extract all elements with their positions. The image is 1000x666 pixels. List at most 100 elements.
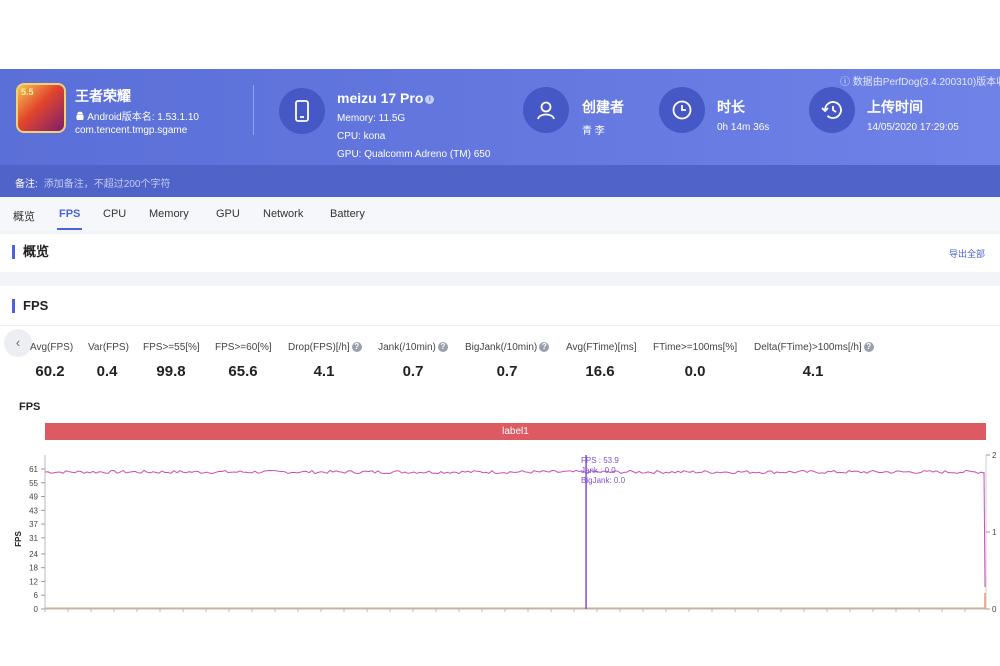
upload-label: 上传时间 (867, 99, 923, 115)
fps-chart[interactable]: 06121824313743495561012FPS (0, 440, 1000, 620)
device-circle (279, 88, 325, 134)
stat-value: 99.8 (156, 363, 186, 380)
scroll-left-button[interactable]: ‹ (4, 329, 32, 357)
tab-battery[interactable]: Battery (330, 208, 365, 220)
stat-var-fps: Var(FPS) 0.4 (88, 342, 129, 380)
y-tick-label: 0 (34, 605, 39, 614)
stat-avg-fps: Avg(FPS) 60.2 (30, 342, 74, 380)
upload-circle (809, 87, 855, 133)
stat-fps-60: FPS>=60[%] 65.6 (215, 342, 272, 380)
overview-panel (0, 234, 1000, 272)
y-tick-label: 49 (29, 493, 38, 502)
device-memory: Memory: 11.5G (337, 113, 406, 124)
note-bar[interactable]: 备注: 添加备注，不超过200个字符 (0, 165, 1000, 197)
stat-label: BigJank(/10min) (465, 342, 538, 353)
stat-value: 0.7 (402, 363, 424, 380)
y-tick-label: 37 (29, 520, 38, 529)
header-divider (253, 85, 254, 135)
game-package: com.tencent.tmgp.sgame (75, 125, 188, 136)
tooltip-bigjank: BigJank: 0.0 (581, 476, 626, 485)
app-root: 5.5 王者荣耀 Android版本名: 1.53.1.10 com.tence… (0, 0, 1000, 666)
y2-tick-label: 0 (992, 605, 997, 614)
game-icon-badge: 5.5 (21, 87, 34, 97)
note-input[interactable]: 添加备注，不超过200个字符 (44, 179, 171, 190)
game-icon: 5.5 (16, 83, 66, 133)
device-gpu: GPU: Qualcomm Adreno (TM) 650 (337, 149, 491, 160)
game-version-text: Android版本名: 1.53.1.10 (87, 112, 199, 123)
stat-value: 0.4 (96, 363, 118, 380)
chart-title: FPS (19, 401, 41, 413)
stat-jank: Jank(/10min)? 0.7 (378, 342, 448, 380)
stat-label: Delta(FTime)>100ms[/h] (754, 342, 862, 353)
stat-label: FTime>=100ms[%] (653, 342, 738, 353)
stat-bigjank: BigJank(/10min)? 0.7 (465, 342, 550, 380)
note-label: 备注: (15, 179, 38, 190)
stat-fps-55: FPS>=55[%] 99.8 (143, 342, 200, 380)
y-axis-label: FPS (14, 531, 23, 547)
duration-label: 时长 (717, 99, 745, 115)
device-name: meizu 17 Pro i (337, 90, 435, 106)
stat-value: 4.1 (313, 363, 335, 380)
stat-label: Jank(/10min) (378, 342, 436, 353)
tab-fps[interactable]: FPS (56, 208, 83, 230)
y-tick-label: 18 (29, 564, 38, 573)
stat-ftime-100: FTime>=100ms[%] 0.0 (653, 342, 737, 380)
creator-value: 青 李 (582, 126, 605, 137)
help-icon[interactable]: ? (437, 342, 448, 353)
stat-label: Avg(FPS) (30, 342, 74, 353)
export-all-link[interactable]: 导出全部 (949, 247, 985, 260)
stat-value: 60.2 (35, 363, 65, 380)
stat-label-row: Jank(/10min)? (378, 342, 448, 353)
y-tick-label: 12 (29, 577, 38, 586)
y2-tick-label: 2 (992, 451, 997, 460)
y-tick-label: 43 (29, 506, 38, 515)
tab-bar: 概览 FPS CPU Memory GPU Network Battery (0, 197, 1000, 231)
tooltip-fps: FPS : 53.9 (581, 456, 619, 465)
stat-label: Avg(FTime)[ms] (566, 342, 637, 353)
stat-label: Drop(FPS)[/h] (288, 342, 350, 353)
stat-drop-fps: Drop(FPS)[/h]? 4.1 (288, 342, 362, 380)
user-icon (537, 101, 555, 120)
data-source-note: ⓘ 数据由PerfDog(3.4.200310)版本收集 (840, 73, 1000, 88)
upload-value: 14/05/2020 17:29:05 (867, 122, 959, 133)
stat-value: 65.6 (228, 363, 258, 380)
duration-circle (659, 87, 705, 133)
y-tick-label: 24 (29, 550, 38, 559)
label-band[interactable]: label1 (45, 423, 986, 440)
game-version: Android版本名: 1.53.1.10 (75, 108, 199, 123)
source-info-icon: ⓘ (840, 77, 850, 88)
stat-label: Var(FPS) (88, 342, 129, 353)
stat-avg-ftime: Avg(FTime)[ms] 16.6 (566, 342, 637, 380)
device-info-icon[interactable]: i (425, 94, 435, 104)
y-tick-label: 31 (29, 534, 38, 543)
stat-delta-ftime: Delta(FTime)>100ms[/h]? 4.1 (754, 342, 874, 380)
tab-overview[interactable]: 概览 (13, 208, 35, 224)
clock-icon (672, 100, 692, 120)
stat-value: 16.6 (585, 363, 615, 380)
stat-value: 0.0 (684, 363, 706, 380)
android-icon (76, 111, 84, 120)
tab-cpu[interactable]: CPU (103, 208, 126, 220)
tab-gpu[interactable]: GPU (216, 208, 240, 220)
overview-title: 概览 (12, 245, 49, 259)
y-tick-label: 6 (34, 591, 39, 600)
help-icon[interactable]: ? (539, 342, 550, 353)
stat-label-row: BigJank(/10min)? (465, 342, 550, 353)
history-icon (821, 101, 842, 119)
device-cpu: CPU: kona (337, 131, 386, 142)
tab-network[interactable]: Network (263, 208, 303, 220)
duration-value: 0h 14m 36s (717, 122, 770, 133)
fps-series-line (44, 469, 985, 475)
creator-circle (523, 87, 569, 133)
phone-icon (295, 100, 309, 122)
fps-section-divider (0, 325, 1000, 326)
data-source-text: 数据由PerfDog(3.4.200310)版本收集 (852, 77, 1000, 88)
fps-series-end (983, 471, 986, 588)
stat-label-row: Delta(FTime)>100ms[/h]? (754, 342, 874, 353)
y-tick-label: 61 (29, 465, 38, 474)
game-title: 王者荣耀 (75, 88, 131, 104)
tab-memory[interactable]: Memory (149, 208, 189, 220)
stat-label-row: Drop(FPS)[/h]? (288, 342, 362, 353)
tooltip-jank: Jank : 0.0 (581, 466, 616, 475)
stat-value: 4.1 (802, 363, 824, 380)
